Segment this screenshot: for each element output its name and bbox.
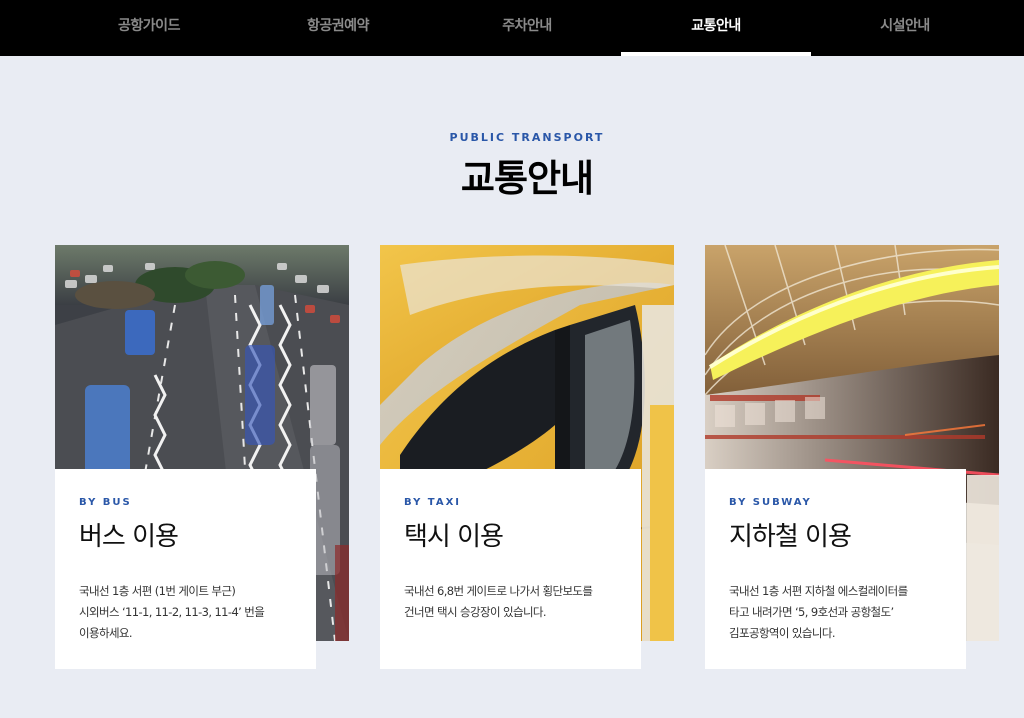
- taxi-description: 국내선 6,8번 게이트로 나가서 횡단보도를 건너면 택시 승강장이 있습니다…: [404, 581, 617, 623]
- taxi-desc-line: 국내선 6,8번 게이트로 나가서 횡단보도를: [404, 584, 593, 598]
- nav-item-airport-guide[interactable]: 공항가이드: [54, 0, 244, 56]
- bus-desc-line: 국내선 1층 서편 (1번 게이트 부근): [79, 584, 236, 598]
- taxi-info-panel: BY TAXI 택시 이용 국내선 6,8번 게이트로 나가서 횡단보도를 건너…: [380, 469, 641, 669]
- nav-item-facilities[interactable]: 시설안내: [810, 0, 1000, 56]
- bus-desc-line: 시외버스 ‘11-1, 11-2, 11-3, 11-4’ 번을: [79, 605, 265, 619]
- subway-description: 국내선 1층 서편 지하철 에스컬레이터를 타고 내려가면 ‘5, 9호선과 공…: [729, 581, 942, 644]
- subway-desc-line: 국내선 1층 서편 지하철 에스컬레이터를: [729, 584, 908, 598]
- section-eyebrow: PUBLIC TRANSPORT: [449, 131, 605, 144]
- nav-item-ticket-booking[interactable]: 항공권예약: [243, 0, 433, 56]
- bus-desc-line: 이용하세요.: [79, 626, 133, 640]
- subway-desc-line: 타고 내려가면 ‘5, 9호선과 공항철도’: [729, 605, 894, 619]
- taxi-title: 택시 이용: [404, 522, 504, 552]
- nav-item-transport[interactable]: 교통안내: [621, 0, 811, 56]
- taxi-desc-line: 건너면 택시 승강장이 있습니다.: [404, 605, 547, 619]
- page-title: 교통안내: [460, 157, 594, 200]
- bus-title: 버스 이용: [79, 522, 179, 552]
- card-taxi[interactable]: BY TAXI 택시 이용 국내선 6,8번 게이트로 나가서 횡단보도를 건너…: [380, 245, 674, 669]
- bus-eyebrow: BY BUS: [79, 497, 132, 508]
- nav-item-parking[interactable]: 주차안내: [432, 0, 622, 56]
- bus-description: 국내선 1층 서편 (1번 게이트 부근) 시외버스 ‘11-1, 11-2, …: [79, 581, 292, 644]
- subway-desc-line: 김포공항역이 있습니다.: [729, 626, 836, 640]
- subway-eyebrow: BY SUBWAY: [729, 497, 812, 508]
- bus-info-panel: BY BUS 버스 이용 국내선 1층 서편 (1번 게이트 부근) 시외버스 …: [55, 469, 316, 669]
- taxi-eyebrow: BY TAXI: [404, 497, 462, 508]
- card-subway[interactable]: BY SUBWAY 지하철 이용 국내선 1층 서편 지하철 에스컬레이터를 타…: [705, 245, 999, 669]
- subway-info-panel: BY SUBWAY 지하철 이용 국내선 1층 서편 지하철 에스컬레이터를 타…: [705, 469, 966, 669]
- card-bus[interactable]: BY BUS 버스 이용 국내선 1층 서편 (1번 게이트 부근) 시외버스 …: [55, 245, 349, 669]
- top-nav: 공항가이드 항공권예약 주차안내 교통안내 시설안내: [0, 0, 1024, 56]
- subway-title: 지하철 이용: [729, 522, 852, 552]
